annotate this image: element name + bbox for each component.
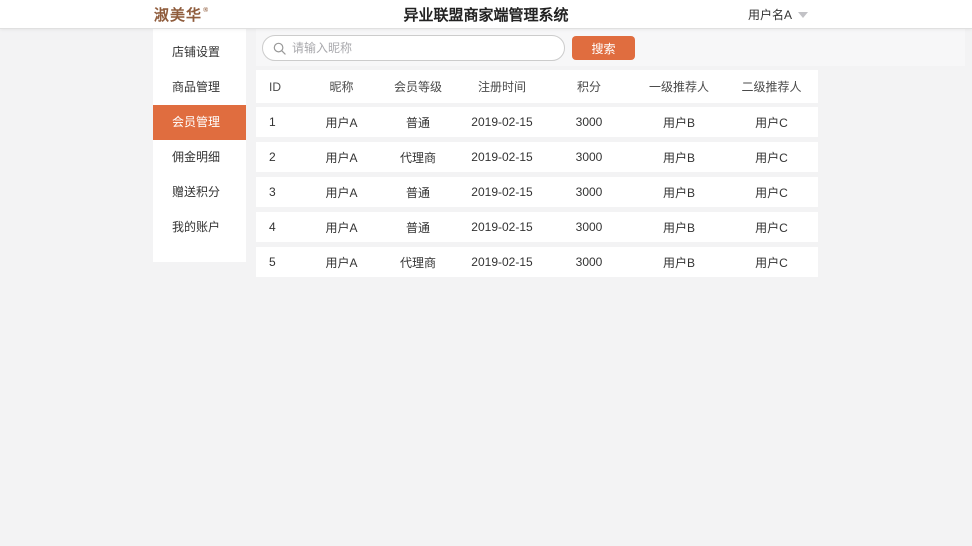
sidebar-item-2[interactable]: 会员管理 (153, 105, 246, 140)
chevron-down-icon (798, 12, 808, 18)
table-cell: 3000 (545, 220, 633, 234)
table-cell: 代理商 (377, 149, 459, 166)
table-header-row: ID昵称会员等级注册时间积分一级推荐人二级推荐人 (256, 70, 818, 103)
column-header-6: 二级推荐人 (725, 78, 818, 95)
table-cell: 3000 (545, 185, 633, 199)
sidebar-item-0[interactable]: 店铺设置 (153, 35, 246, 70)
table-cell: 用户B (633, 149, 725, 166)
sidebar-nav: 店铺设置商品管理会员管理佣金明细赠送积分我的账户 (153, 29, 246, 262)
registered-trademark-icon: ® (203, 6, 209, 14)
table-cell: 用户B (633, 184, 725, 201)
table-cell: 2 (256, 150, 306, 164)
sidebar-item-3[interactable]: 佣金明细 (153, 140, 246, 175)
table-cell: 2019-02-15 (459, 220, 545, 234)
brand-logo-text: 淑美华 (154, 4, 202, 25)
sidebar-item-5[interactable]: 我的账户 (153, 210, 246, 245)
table-cell: 用户B (633, 114, 725, 131)
sidebar-item-1[interactable]: 商品管理 (153, 70, 246, 105)
table-cell: 3000 (545, 150, 633, 164)
table-cell: 4 (256, 220, 306, 234)
user-dropdown[interactable]: 用户名A (748, 0, 808, 29)
table-cell: 3 (256, 185, 306, 199)
search-panel: 搜索 (256, 29, 965, 66)
table-cell: 用户C (725, 219, 818, 236)
table-cell: 2019-02-15 (459, 185, 545, 199)
top-header: 淑美华® 异业联盟商家端管理系统 用户名A (0, 0, 972, 29)
column-header-5: 一级推荐人 (633, 78, 725, 95)
table-cell: 用户C (725, 184, 818, 201)
column-header-3: 注册时间 (459, 78, 545, 95)
table-cell: 5 (256, 255, 306, 269)
table-row: 2用户A代理商2019-02-153000用户B用户C (256, 142, 818, 172)
column-header-4: 积分 (545, 78, 633, 95)
column-header-1: 昵称 (306, 78, 377, 95)
table-cell: 用户C (725, 114, 818, 131)
table-cell: 普通 (377, 114, 459, 131)
table-cell: 用户B (633, 254, 725, 271)
column-header-0: ID (256, 80, 306, 94)
table-cell: 用户A (306, 254, 377, 271)
table-cell: 用户B (633, 219, 725, 236)
table-cell: 用户C (725, 149, 818, 166)
table-cell: 普通 (377, 184, 459, 201)
table-row: 4用户A普通2019-02-153000用户B用户C (256, 212, 818, 242)
table-cell: 用户A (306, 219, 377, 236)
brand-logo: 淑美华® (154, 0, 209, 29)
table-cell: 3000 (545, 255, 633, 269)
table-cell: 2019-02-15 (459, 255, 545, 269)
table-row: 1用户A普通2019-02-153000用户B用户C (256, 107, 818, 137)
sidebar-item-4[interactable]: 赠送积分 (153, 175, 246, 210)
table-cell: 1 (256, 115, 306, 129)
table-cell: 用户A (306, 184, 377, 201)
table-row: 5用户A代理商2019-02-153000用户B用户C (256, 247, 818, 277)
table-cell: 用户A (306, 149, 377, 166)
table-cell: 用户A (306, 114, 377, 131)
table-cell: 用户C (725, 254, 818, 271)
table-cell: 2019-02-15 (459, 115, 545, 129)
search-button[interactable]: 搜索 (572, 36, 635, 60)
table-cell: 3000 (545, 115, 633, 129)
search-input-wrap (262, 35, 565, 61)
member-table: ID昵称会员等级注册时间积分一级推荐人二级推荐人 1用户A普通2019-02-1… (256, 70, 818, 282)
search-icon (273, 42, 286, 55)
column-header-2: 会员等级 (377, 78, 459, 95)
search-input[interactable] (292, 41, 554, 55)
user-name-label: 用户名A (748, 6, 792, 23)
table-cell: 2019-02-15 (459, 150, 545, 164)
table-row: 3用户A普通2019-02-153000用户B用户C (256, 177, 818, 207)
page-title: 异业联盟商家端管理系统 (0, 0, 972, 29)
table-cell: 普通 (377, 219, 459, 236)
table-cell: 代理商 (377, 254, 459, 271)
